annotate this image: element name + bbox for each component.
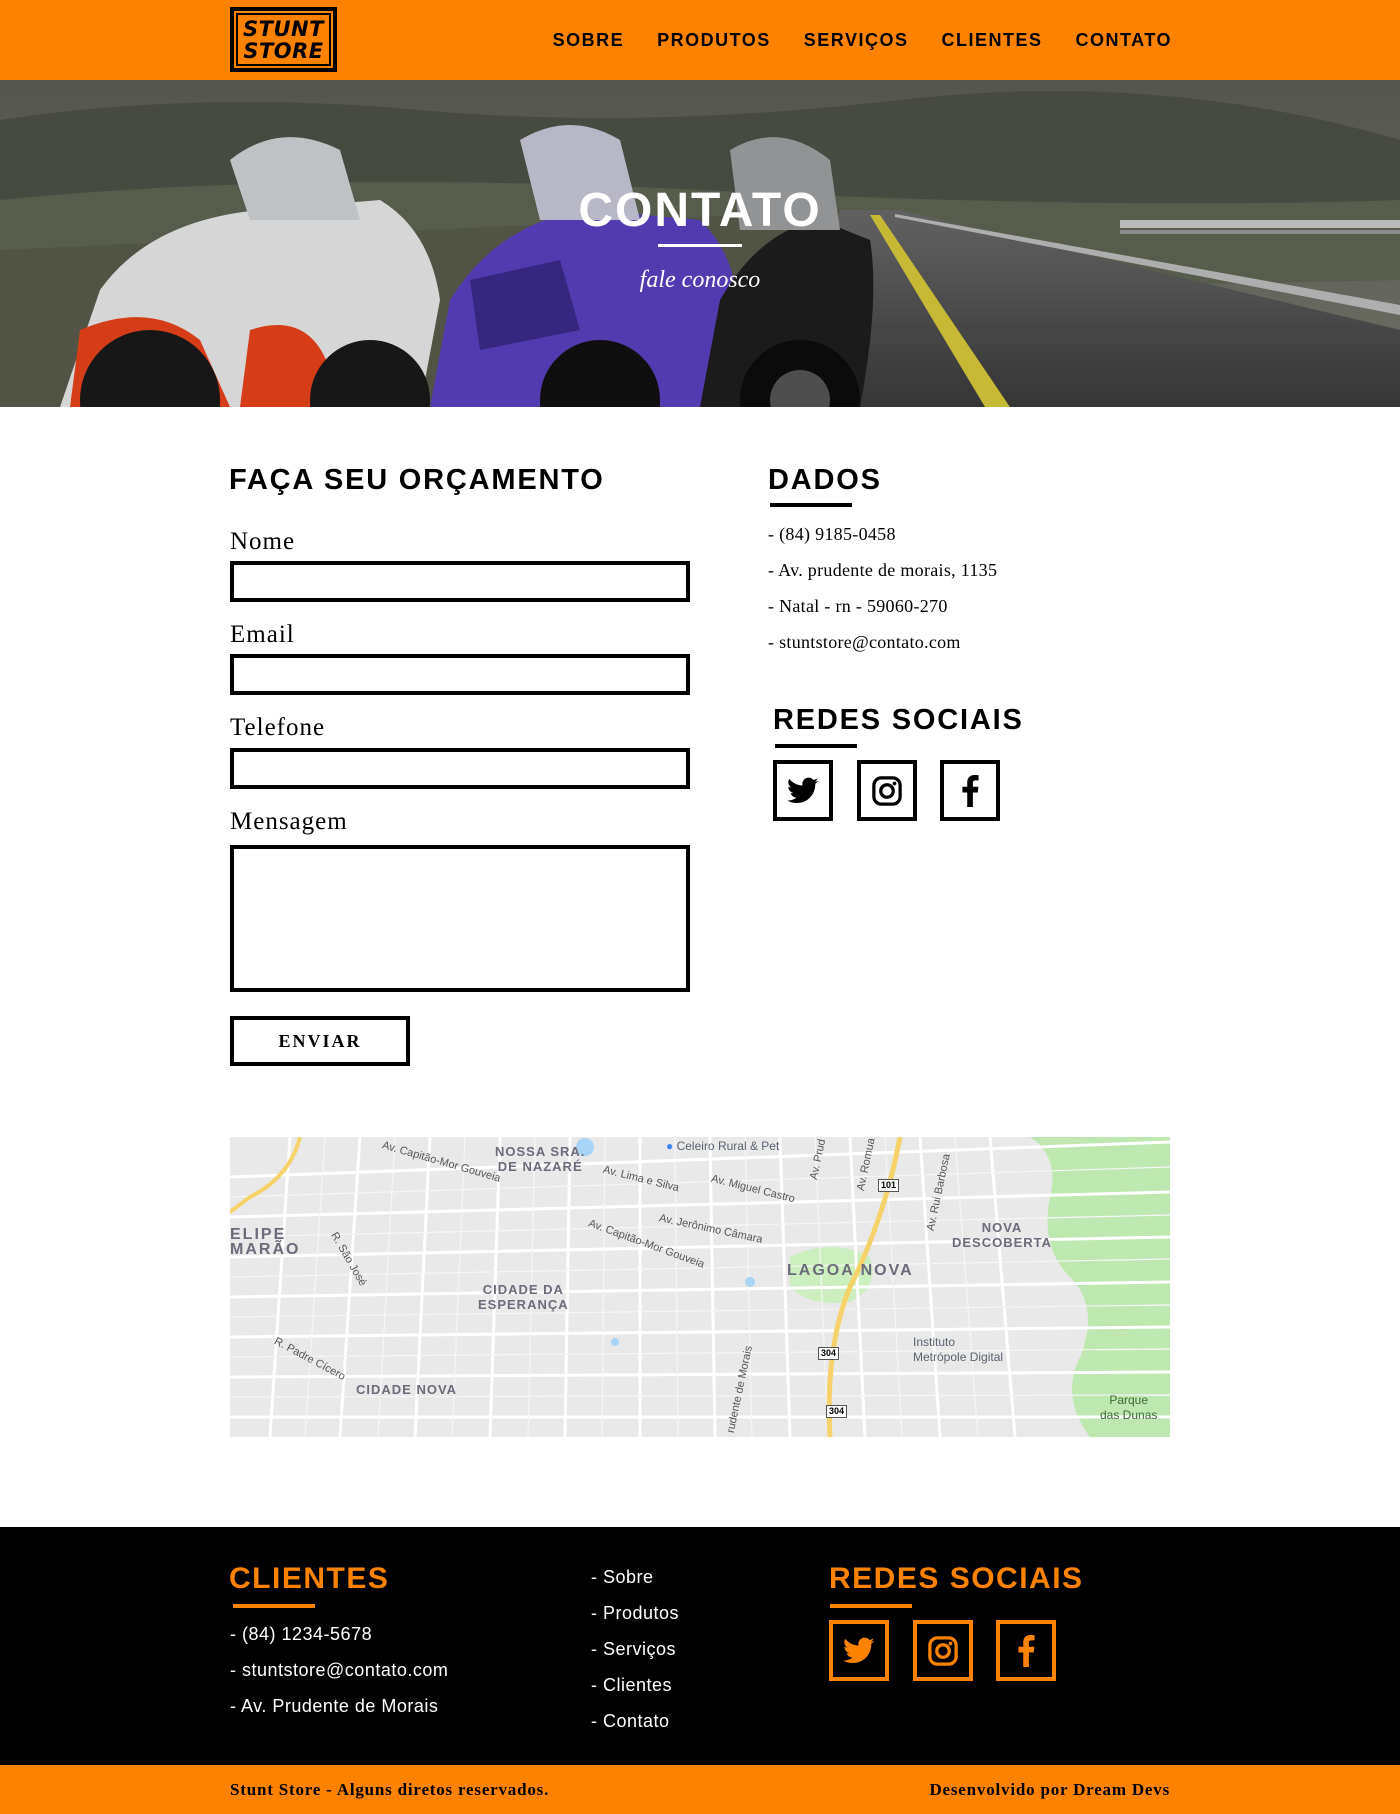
hero-subtitle: fale conosco [639,267,761,293]
map-poi-parque-line1: Parque [1109,1393,1149,1407]
map-label-nossa-sra: NOSSA SRA. DE NAZARÉ [495,1144,585,1174]
map-poi-instituto-line1: Instituto [913,1335,956,1349]
nav-servicos[interactable]: SERVIÇOS [804,30,909,51]
redes-sociais-underline [775,744,857,748]
footer-link-sobre[interactable]: - Sobre [591,1567,654,1588]
map-highway-shield-304a: 304 [818,1347,840,1360]
dados-phone: - (84) 9185-0458 [768,524,896,544]
map-highway-shield-304b: 304 [826,1405,848,1418]
form-title: FAÇA SEU ORÇAMENTO [229,464,605,496]
twitter-button[interactable] [773,760,833,821]
footer-link-clientes[interactable]: - Clientes [591,1675,672,1696]
footer: CLIENTES - (84) 1234-5678 - stuntstore@c… [0,1527,1400,1765]
map-poi-instituto: Instituto Metrópole Digital [913,1335,1003,1365]
map-label-cidade-esperanca: CIDADE DA ESPERANÇA [478,1282,569,1312]
facebook-icon [1018,1634,1035,1667]
instagram-button[interactable] [857,760,917,821]
telefone-label: Telefone [230,714,326,741]
nome-field[interactable] [230,561,690,602]
telefone-field[interactable] [230,748,690,789]
logo-line-2: STORE [243,38,324,63]
map-label-cidade-nova: CIDADE NOVA [356,1382,458,1397]
dados-title: DADOS [768,464,882,496]
footer-phone: - (84) 1234-5678 [230,1624,373,1644]
footer-link-servicos[interactable]: - Serviços [591,1639,676,1660]
footer-link-contato[interactable]: - Contato [591,1711,670,1732]
mensagem-textarea[interactable] [230,845,690,992]
email-field[interactable] [230,654,690,695]
map-poi-parque: Parque das Dunas [1100,1393,1157,1423]
hero-title: CONTATO [578,184,822,237]
map-label-felipe: ELIPE MARÃO [230,1226,301,1258]
email-label: Email [230,621,295,648]
footer-clientes-underline [233,1604,315,1608]
map-label-felipe-line2: MARÃO [230,1241,301,1258]
twitter-icon [843,1637,875,1663]
map-label-nova-descoberta-line1: NOVA [981,1220,1023,1235]
nome-label: Nome [230,528,296,555]
footer-facebook-button[interactable] [996,1620,1056,1681]
logo-frame: STUNT STORE [236,13,331,66]
redes-sociais-title: REDES SOCIAIS [773,704,1024,736]
dados-title-underline [770,503,852,507]
pin-icon: ● [666,1139,674,1153]
footer-twitter-button[interactable] [829,1620,889,1681]
mensagem-label: Mensagem [230,808,348,835]
map-poi-celeiro-label: Celeiro Rural & Pet [676,1139,780,1153]
developer-credit: Desenvolvido por Dream Devs [929,1780,1170,1799]
main-nav: SOBRE PRODUTOS SERVIÇOS CLIENTES CONTATO [553,0,1172,80]
map-poi-parque-line2: das Dunas [1100,1408,1158,1422]
instagram-icon [928,1635,958,1666]
location-map[interactable]: NOSSA SRA. DE NAZARÉ ELIPE MARÃO CIDADE … [230,1137,1170,1437]
nav-contato[interactable]: CONTATO [1076,30,1173,51]
map-label-nossa-sra-line2: DE NAZARÉ [497,1159,583,1174]
instagram-icon [872,775,902,806]
nav-clientes[interactable]: CLIENTES [941,30,1042,51]
enviar-button[interactable]: ENVIAR [230,1016,410,1066]
stunt-store-logo[interactable]: STUNT STORE [230,7,337,72]
footer-redes-underline [830,1604,912,1608]
map-label-cidade-esperanca-line2: ESPERANÇA [478,1297,569,1312]
facebook-icon [962,774,979,807]
dados-city: - Natal - rn - 59060-270 [768,596,948,616]
map-poi-instituto-line2: Metrópole Digital [913,1350,1004,1364]
logo-line-1: STUNT [243,16,324,41]
top-navbar: STUNT STORE SOBRE PRODUTOS SERVIÇOS CLIE… [0,0,1400,80]
map-label-felipe-line1: ELIPE [230,1226,287,1243]
hero-banner: CONTATO fale conosco [0,80,1400,407]
map-poi-celeiro: ● Celeiro Rural & Pet [666,1139,779,1154]
footer-address: - Av. Prudente de Morais [230,1696,439,1716]
map-label-cidade-esperanca-line1: CIDADE DA [482,1282,564,1297]
dados-email: - stuntstore@contato.com [768,632,961,652]
footer-link-produtos[interactable]: - Produtos [591,1603,679,1624]
map-label-nova-descoberta-line2: DESCOBERTA [952,1235,1053,1250]
dados-address: - Av. prudente de morais, 1135 [768,560,998,580]
hero-title-underline [658,244,742,247]
facebook-button[interactable] [940,760,1000,821]
map-label-lagoa-nova: LAGOA NOVA [787,1262,914,1279]
map-label-nossa-sra-line1: NOSSA SRA. [495,1144,586,1159]
twitter-icon [787,777,819,803]
copyright-text: Stunt Store - Alguns diretos reservados. [230,1780,550,1799]
map-highway-shield-101: 101 [878,1179,900,1192]
footer-clientes-title: CLIENTES [229,1562,390,1595]
nav-produtos[interactable]: PRODUTOS [657,30,771,51]
contact-section: FAÇA SEU ORÇAMENTO Nome Email Telefone M… [0,407,1400,1527]
footer-redes-title: REDES SOCIAIS [829,1562,1084,1595]
footer-instagram-button[interactable] [913,1620,973,1681]
footer-email: - stuntstore@contato.com [230,1660,449,1680]
nav-sobre[interactable]: SOBRE [553,30,625,51]
copyright-bar: Stunt Store - Alguns diretos reservados.… [0,1765,1400,1814]
map-label-nova-descoberta: NOVA DESCOBERTA [952,1220,1052,1250]
